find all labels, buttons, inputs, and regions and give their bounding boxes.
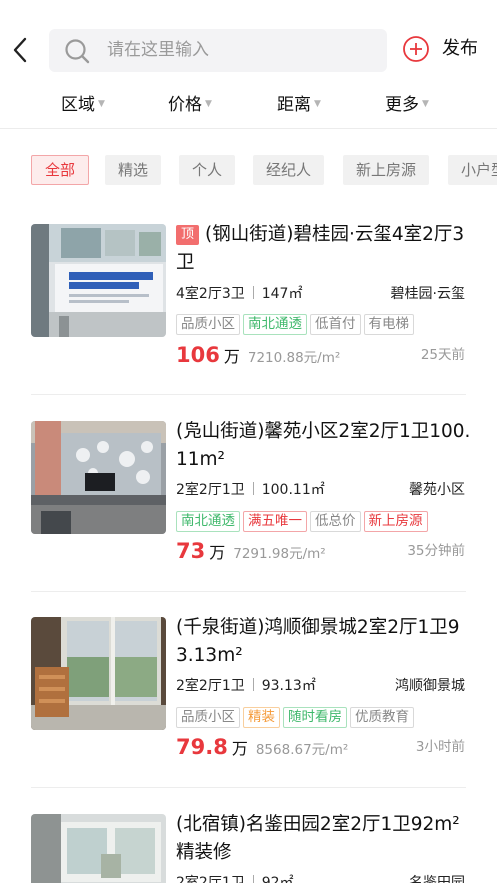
back-button[interactable] [8,32,34,68]
tag: 有电梯 [363,314,414,335]
meta-separator [252,678,254,691]
tag: 品质小区 [176,707,240,728]
quick-filter-chips: 全部 精选 个人 经纪人 新上房源 小户型 [0,155,497,185]
meta-separator [252,286,254,299]
listing-area: 92㎡ [261,875,294,883]
listing-meta: 2室2厅1卫 92㎡ [176,873,294,883]
listing-photo [31,617,166,730]
filter-price-label: 价格 [168,95,202,115]
listing-time: 35分钟前 [407,543,465,559]
listing-item[interactable]: (凫山街道)馨苑小区2室2厅1卫100.11m² 2室2厅1卫 100.11㎡ 馨… [0,421,497,617]
unit-price: 7291.98元/m² [233,546,326,562]
listing-meta: 2室2厅1卫 93.13㎡ [176,676,316,696]
listing-area: 100.11㎡ [261,482,325,498]
triangle-down-icon: ▼ [98,99,105,109]
listing-community: 鸿顺御景城 [395,678,465,694]
tag: 品质小区 [176,314,240,335]
filter-divider [0,128,497,129]
listing-title: 顶 (钢山街道)碧桂园·云玺4室2厅3卫 [176,221,471,277]
publish-label: 发布 [442,38,478,59]
listing-area: 93.13㎡ [261,678,316,694]
price-unit: 万 [223,347,240,366]
listing-layout: 2室2厅1卫 [176,482,245,498]
listing-community: 名鉴田园 [409,875,465,883]
chevron-left-icon [13,37,27,63]
listing-price: 73 万 7291.98元/m² [176,538,326,567]
listing-layout: 4室2厅3卫 [176,286,245,302]
listing-photo [31,224,166,337]
filter-bar: 区域 ▼ 价格 ▼ 距离 ▼ 更多 ▼ [0,84,497,124]
listing-title: (北宿镇)名鉴田园2室2厅1卫92m²精装修 [176,814,460,863]
plus-circle-icon [403,36,429,62]
listing-layout: 2室2厅1卫 [176,875,245,883]
listing-price: 79.8 万 8568.67元/m² [176,734,348,763]
tag: 低首付 [310,314,361,335]
meta-separator [252,875,254,883]
publish-button[interactable]: 发布 [402,34,492,66]
search-box[interactable]: 请在这里输入 [49,29,387,72]
listing-item[interactable]: (北宿镇)名鉴田园2室2厅1卫92m²精装修 2室2厅1卫 92㎡ 名鉴田园 [0,814,497,883]
chip-agent[interactable]: 经纪人 [253,155,325,185]
listing-area: 147㎡ [261,286,303,302]
tag: 优质教育 [350,707,414,728]
chip-featured[interactable]: 精选 [105,155,162,185]
listing-title: (凫山街道)馨苑小区2室2厅1卫100.11m² [176,421,471,470]
filter-distance[interactable]: 距离 ▼ [277,90,321,118]
search-placeholder[interactable]: 请在这里输入 [107,39,209,61]
filter-area[interactable]: 区域 ▼ [61,90,105,118]
listing-photo [31,814,166,883]
tag: 满五唯一 [243,511,307,532]
listing-photo [31,421,166,534]
filter-more-label: 更多 [385,95,419,115]
filter-price[interactable]: 价格 ▼ [168,90,212,118]
price-value: 79.8 [176,735,228,759]
tag: 精装 [243,707,280,728]
price-unit: 万 [209,543,226,562]
price-value: 106 [176,343,220,367]
tag: 随时看房 [283,707,347,728]
unit-price: 8568.67元/m² [255,742,349,758]
chip-personal[interactable]: 个人 [179,155,236,185]
price-value: 73 [176,539,206,563]
top-bar: 请在这里输入 发布 [0,0,497,80]
tag: 新上房源 [363,511,428,532]
listing-item[interactable]: (千泉街道)鸿顺御景城2室2厅1卫93.13m² 2室2厅1卫 93.13㎡ 鸿顺… [0,617,497,813]
listing-divider [31,591,466,592]
triangle-down-icon: ▼ [422,99,429,109]
chip-new-listings[interactable]: 新上房源 [343,155,430,185]
listing-item[interactable]: 顶 (钢山街道)碧桂园·云玺4室2厅3卫 4室2厅3卫 147㎡ 碧桂园·云玺 品质… [0,224,497,420]
listing-community: 碧桂园·云玺 [390,286,465,302]
listing-price: 106 万 7210.88元/m² [176,342,340,371]
listing-layout: 2室2厅1卫 [176,678,245,694]
chip-all[interactable]: 全部 [31,155,90,185]
listing-time: 3小时前 [415,739,465,755]
listing-tags: 品质小区 精装 随时看房 优质教育 [176,706,417,728]
chip-small-unit[interactable]: 小户型 [448,155,497,185]
listing-tags: 南北通透 满五唯一 低总价 新上房源 [176,510,431,532]
meta-separator [252,482,254,495]
listing-divider [31,394,466,395]
listing-title-text: (钢山街道)碧桂园·云玺4室2厅3卫 [176,224,465,273]
listing-title: (千泉街道)鸿顺御景城2室2厅1卫93.13m² [176,617,460,666]
listing-meta: 2室2厅1卫 100.11㎡ [176,480,325,500]
tag: 南北通透 [243,314,307,335]
tag: 南北通透 [176,511,240,532]
listing-community: 馨苑小区 [409,482,465,498]
filter-more[interactable]: 更多 ▼ [385,90,429,118]
listing-tags: 品质小区 南北通透 低首付 有电梯 [176,313,417,335]
listing-meta: 4室2厅3卫 147㎡ [176,284,302,304]
listing-divider [31,787,466,788]
tag: 低总价 [310,511,361,532]
search-icon [65,39,90,64]
listing-time: 25天前 [420,347,465,363]
triangle-down-icon: ▼ [205,99,212,109]
unit-price: 7210.88元/m² [247,350,341,366]
filter-distance-label: 距离 [277,95,311,115]
filter-area-label: 区域 [61,95,95,115]
top-badge: 顶 [176,225,200,245]
triangle-down-icon: ▼ [314,99,321,109]
price-unit: 万 [231,739,248,758]
